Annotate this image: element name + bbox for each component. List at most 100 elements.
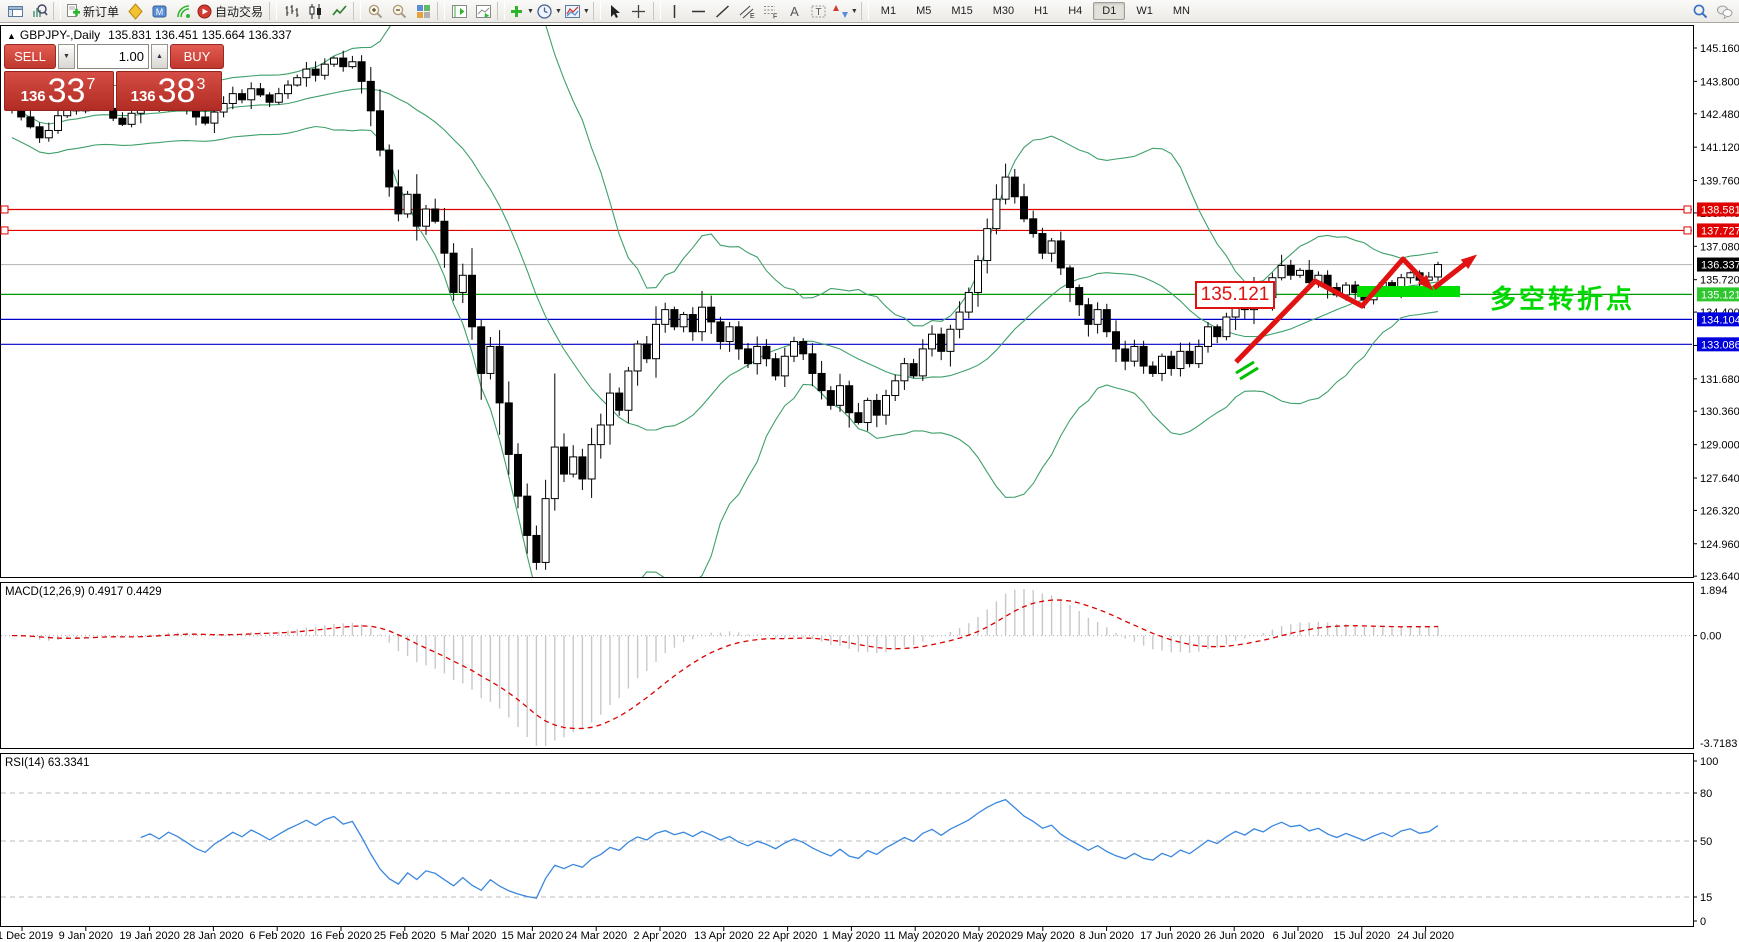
- support-price-tag[interactable]: 135.121: [1195, 281, 1275, 309]
- candle-body: [717, 322, 724, 342]
- new-order-button[interactable]: 新订单: [63, 1, 123, 21]
- sell-price-big: 33: [48, 73, 86, 109]
- timeframe-h4-button[interactable]: H4: [1059, 2, 1091, 20]
- new-order-label[interactable]: 新订单: [82, 3, 122, 20]
- candle-body: [1186, 351, 1193, 363]
- candle-body: [1011, 177, 1018, 197]
- candle-body: [938, 334, 945, 351]
- text-button[interactable]: A: [783, 1, 807, 21]
- candle-chart-button[interactable]: [303, 1, 327, 21]
- equidistant-channel-icon: E: [738, 3, 755, 20]
- signals-button[interactable]: [171, 1, 195, 21]
- candle-body: [625, 371, 632, 410]
- candle-body: [45, 130, 52, 137]
- chart-shift-button[interactable]: [447, 1, 471, 21]
- sell-price-prefix: 136: [21, 88, 46, 105]
- zoom-in-button[interactable]: [363, 1, 387, 21]
- timeframe-m5-button[interactable]: M5: [907, 2, 940, 20]
- candle-body: [1048, 241, 1055, 253]
- line-handle[interactable]: [1, 206, 8, 213]
- macd-min-label: -3.7183: [1700, 738, 1737, 750]
- volume-input[interactable]: [77, 44, 149, 69]
- chart-autoscroll-button[interactable]: [471, 1, 495, 21]
- bar-chart-button[interactable]: [279, 1, 303, 21]
- sell-price-box[interactable]: 136 33 7: [4, 71, 114, 111]
- rsi-tick-label: 50: [1700, 836, 1712, 848]
- collapse-panel-icon[interactable]: ▲: [7, 31, 16, 41]
- candle-body: [1149, 366, 1156, 373]
- candle-body: [708, 307, 715, 322]
- crosshair-button[interactable]: [627, 1, 651, 21]
- search-button[interactable]: [1688, 1, 1712, 21]
- buy-button[interactable]: BUY: [170, 44, 224, 69]
- candle-body: [1140, 346, 1147, 366]
- candle-body: [827, 391, 834, 406]
- candle-body: [919, 349, 926, 376]
- candle-body: [561, 447, 568, 474]
- candle-body: [855, 413, 862, 423]
- zoom-out-button[interactable]: [387, 1, 411, 21]
- timeframe-h1-button[interactable]: H1: [1025, 2, 1057, 20]
- candle-body: [331, 58, 338, 64]
- candle-body: [1122, 349, 1129, 361]
- timeframe-m1-button[interactable]: M1: [872, 2, 905, 20]
- turning-point-note[interactable]: 多空转折点: [1490, 279, 1635, 316]
- buy-price-box[interactable]: 136 38 3: [116, 71, 222, 111]
- candle-body: [128, 113, 135, 124]
- volume-increase-button[interactable]: ▲: [151, 44, 168, 69]
- strategy-tester-button[interactable]: [27, 1, 51, 21]
- timeframe-d1-button[interactable]: D1: [1093, 2, 1125, 20]
- line-handle[interactable]: [1684, 227, 1691, 234]
- templates-button[interactable]: ▼: [563, 1, 591, 21]
- line-chart-button[interactable]: [327, 1, 351, 21]
- candle-body: [864, 400, 871, 422]
- trendline-button[interactable]: [711, 1, 735, 21]
- candle-body: [671, 310, 678, 327]
- mql-community-button[interactable]: M: [147, 1, 171, 21]
- rsi-tick-label: 0: [1700, 916, 1706, 928]
- timeframe-m30-button[interactable]: M30: [984, 2, 1023, 20]
- metaeditor-button[interactable]: [123, 1, 147, 21]
- horizontal-line-button[interactable]: [687, 1, 711, 21]
- date-tick-label: 9 Jan 2020: [59, 930, 113, 942]
- chevron-down-icon[interactable]: ▼: [583, 8, 590, 15]
- chart-autoscroll-icon: [475, 3, 492, 20]
- candle-body: [1287, 265, 1294, 275]
- sell-button[interactable]: SELL: [4, 44, 56, 69]
- periods-button[interactable]: ▼: [535, 1, 563, 21]
- vertical-line-button[interactable]: [663, 1, 687, 21]
- chevron-down-icon[interactable]: ▼: [555, 8, 562, 15]
- arrows-button[interactable]: ▼: [831, 1, 859, 21]
- rsi-tick-label: 100: [1700, 756, 1718, 768]
- volume-decrease-button[interactable]: ▼: [58, 44, 75, 69]
- candle-body: [1205, 327, 1212, 347]
- autotrade-label[interactable]: 自动交易: [214, 3, 266, 20]
- text-label-button[interactable]: T: [807, 1, 831, 21]
- candle-body: [689, 315, 696, 332]
- cursor-button[interactable]: [603, 1, 627, 21]
- candle-body: [469, 275, 476, 327]
- chevron-down-icon[interactable]: ▼: [527, 8, 534, 15]
- timeframe-mn-button[interactable]: MN: [1164, 2, 1199, 20]
- chevron-down-icon[interactable]: ▼: [851, 8, 858, 15]
- equidistant-channel-button[interactable]: E: [735, 1, 759, 21]
- date-tick-label: 26 Jun 2020: [1204, 930, 1265, 942]
- signals-icon: [175, 3, 192, 20]
- timeframe-w1-button[interactable]: W1: [1127, 2, 1162, 20]
- candle-body: [984, 229, 991, 261]
- date-tick-label: 5 Mar 2020: [441, 930, 497, 942]
- timeframe-m15-button[interactable]: M15: [942, 2, 981, 20]
- add-indicator-button[interactable]: ▼: [507, 1, 535, 21]
- tile-windows-button[interactable]: [411, 1, 435, 21]
- candle-body: [515, 454, 522, 496]
- fibonacci-button[interactable]: F: [759, 1, 783, 21]
- line-handle[interactable]: [1684, 206, 1691, 213]
- toolbox-button[interactable]: [3, 1, 27, 21]
- arrows-icon: [832, 3, 849, 20]
- candle-body: [653, 324, 660, 358]
- zoom-out-icon: [391, 3, 408, 20]
- chat-button[interactable]: [1712, 1, 1736, 21]
- line-handle[interactable]: [1, 227, 8, 234]
- candle-body: [1131, 346, 1138, 361]
- autotrade-button[interactable]: 自动交易: [195, 1, 267, 21]
